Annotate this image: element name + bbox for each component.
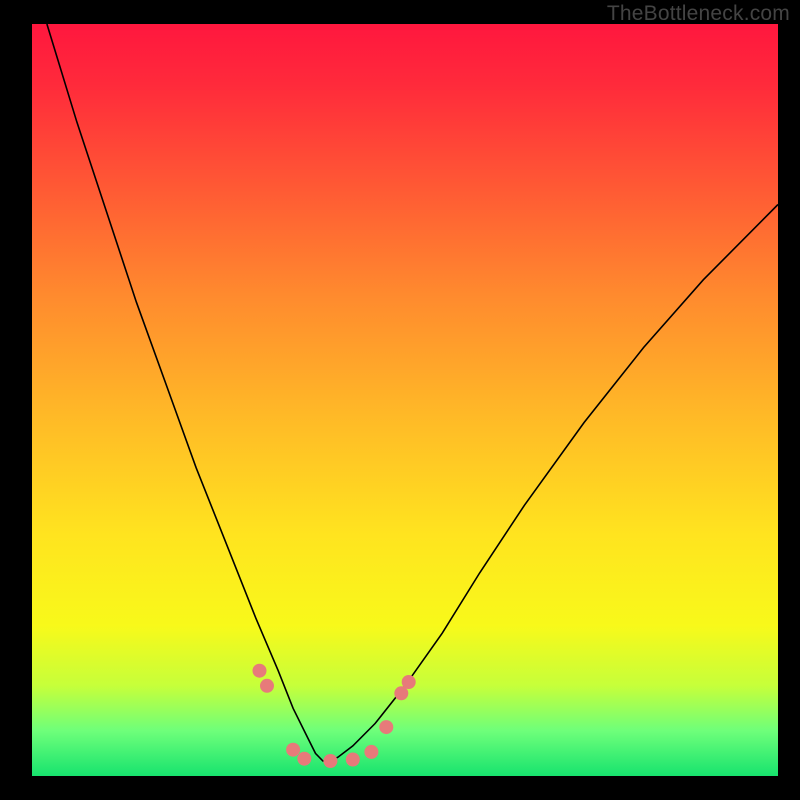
marker-dot	[379, 720, 393, 734]
watermark-text: TheBottleneck.com	[607, 2, 790, 26]
marker-dot	[402, 675, 416, 689]
marker-dot	[286, 743, 300, 757]
marker-dot	[346, 753, 360, 767]
marker-dot	[260, 679, 274, 693]
marker-group	[253, 664, 416, 768]
chart-frame: TheBottleneck.com	[0, 0, 800, 800]
marker-dot	[253, 664, 267, 678]
bottleneck-curve	[47, 24, 778, 761]
plot-area	[32, 24, 778, 776]
curve-svg	[32, 24, 778, 776]
marker-dot	[323, 754, 337, 768]
marker-dot	[297, 752, 311, 766]
marker-dot	[364, 745, 378, 759]
